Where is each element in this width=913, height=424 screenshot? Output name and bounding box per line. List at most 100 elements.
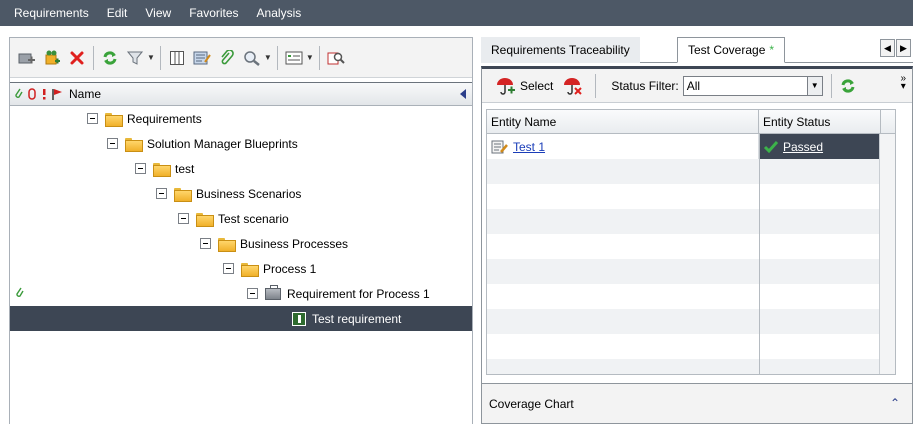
umbrella-remove-icon (564, 77, 583, 95)
menu-bar: Requirements Edit View Favorites Analysi… (0, 0, 913, 26)
filter-dropdown-arrow[interactable]: ▼ (147, 53, 155, 62)
status-link[interactable]: Passed (783, 140, 823, 154)
tree-node[interactable]: Test scenario (10, 206, 472, 231)
entity-status-column-header[interactable]: Entity Status (759, 110, 881, 134)
grid-scrollbar[interactable] (879, 134, 895, 374)
menu-requirements[interactable]: Requirements (14, 6, 89, 20)
menu-analysis[interactable]: Analysis (257, 6, 302, 20)
collapse-toggle-icon[interactable] (107, 138, 118, 149)
tree-node-label: Requirement for Process 1 (287, 286, 430, 301)
delete-icon (70, 51, 84, 64)
toolbar-separator (159, 45, 161, 70)
empty-row (487, 184, 895, 209)
remove-coverage-button[interactable] (563, 77, 583, 95)
tree-node-label: Process 1 (263, 261, 317, 276)
tree-node-label: Business Processes (240, 236, 349, 251)
chevron-down-icon[interactable]: ▼ (806, 76, 822, 95)
refresh-icon (103, 50, 117, 65)
collapse-toggle-icon[interactable] (178, 213, 189, 224)
refresh-coverage-button[interactable] (837, 75, 859, 97)
toolbar-overflow-icon[interactable]: » ▾ (900, 74, 906, 92)
refresh-button[interactable] (99, 47, 121, 69)
tree-node-label: test (175, 161, 195, 176)
table-row[interactable]: Test 1 Passed (487, 134, 895, 159)
tab-label: Requirements Traceability (491, 43, 630, 57)
folder-icon (174, 187, 192, 202)
tree-node-label: Requirements (127, 111, 202, 126)
name-column-header[interactable]: Name (69, 87, 101, 101)
filter-button[interactable] (124, 47, 146, 69)
collapse-toggle-icon[interactable] (87, 113, 98, 124)
folder-icon (218, 237, 236, 252)
tab-test-coverage[interactable]: Test Coverage * (677, 37, 786, 63)
tree-node[interactable]: test (10, 156, 472, 181)
tree-node-label: Solution Manager Blueprints (147, 136, 298, 151)
empty-row (487, 234, 895, 259)
tab-label: Test Coverage (688, 43, 766, 57)
umbrella-add-icon (497, 77, 515, 95)
attachments-button[interactable] (216, 47, 238, 69)
flag-column-icon[interactable] (51, 87, 63, 101)
view-dropdown-arrow[interactable]: ▼ (306, 53, 314, 62)
menu-favorites[interactable]: Favorites (189, 6, 238, 20)
tab-scroll-left-button[interactable]: ◀ (880, 39, 895, 57)
priority-column-icon[interactable] (40, 87, 48, 101)
entity-name-cell: Test 1 (487, 134, 759, 159)
collapse-toggle-icon[interactable] (135, 163, 146, 174)
new-folder-button[interactable] (16, 47, 38, 69)
tree-node[interactable]: Process 1 (10, 256, 472, 281)
tree-node[interactable]: Requirement for Process 1 (10, 281, 472, 306)
delete-button[interactable] (66, 47, 88, 69)
refresh-icon (841, 78, 855, 93)
zoom-dropdown-arrow[interactable]: ▼ (264, 53, 272, 62)
menu-view[interactable]: View (145, 6, 171, 20)
passed-check-icon (763, 140, 779, 153)
tree-node-label: Business Scenarios (196, 186, 302, 201)
tree-node-selected[interactable]: Test requirement (10, 306, 472, 331)
collapse-toggle-icon[interactable] (156, 188, 167, 199)
zoom-button[interactable] (241, 47, 263, 69)
new-requirement-button[interactable] (41, 47, 63, 69)
alerts-column-icon[interactable] (27, 87, 37, 101)
attachment-icon[interactable] (15, 286, 25, 300)
toolbar-separator (595, 73, 597, 98)
folder-icon (196, 212, 214, 227)
empty-row (487, 259, 895, 284)
menu-edit[interactable]: Edit (107, 6, 128, 20)
tree-node[interactable]: Requirements (10, 106, 472, 131)
find-button[interactable] (325, 47, 347, 69)
select-tests-button[interactable]: Select (496, 77, 553, 95)
view-button[interactable] (283, 47, 305, 69)
collapse-pane-icon[interactable] (460, 89, 466, 99)
toolbar-separator (276, 45, 278, 70)
expand-up-icon[interactable]: ⌃ (890, 396, 900, 410)
status-filter-label: Status Filter: (611, 78, 679, 93)
columns-icon (169, 50, 184, 65)
toolbar-separator (830, 73, 832, 98)
tab-scroll-right-button[interactable]: ▶ (896, 39, 911, 57)
requirement-icon (265, 284, 281, 300)
tree-node-label: Test scenario (218, 211, 289, 226)
empty-row (487, 159, 895, 184)
tree-node[interactable]: Business Scenarios (10, 181, 472, 206)
status-filter-select[interactable]: All ▼ (682, 75, 823, 96)
tree-node[interactable]: Solution Manager Blueprints (10, 131, 472, 156)
details-icon (193, 51, 211, 64)
tab-requirements-traceability[interactable]: Requirements Traceability (481, 37, 640, 63)
collapse-toggle-icon[interactable] (223, 263, 234, 274)
test-link[interactable]: Test 1 (513, 140, 545, 154)
collapse-toggle-icon[interactable] (200, 238, 211, 249)
attachment-column-icon[interactable] (14, 87, 24, 101)
entity-name-column-header[interactable]: Entity Name (487, 110, 759, 134)
coverage-chart-bar[interactable]: Coverage Chart ⌃ (482, 383, 912, 423)
coverage-chart-label: Coverage Chart (489, 396, 574, 411)
test-requirement-icon (292, 311, 306, 326)
select-columns-button[interactable] (166, 47, 188, 69)
edit-details-button[interactable] (191, 47, 213, 69)
tree-node[interactable]: Business Processes (10, 231, 472, 256)
folder-icon (105, 112, 123, 127)
collapse-toggle-icon[interactable] (247, 288, 258, 299)
status-filter-value: All (686, 78, 701, 93)
coverage-toolbar: Select Status Filter: All ▼ » ▾ (482, 69, 912, 103)
zoom-icon (244, 50, 260, 66)
